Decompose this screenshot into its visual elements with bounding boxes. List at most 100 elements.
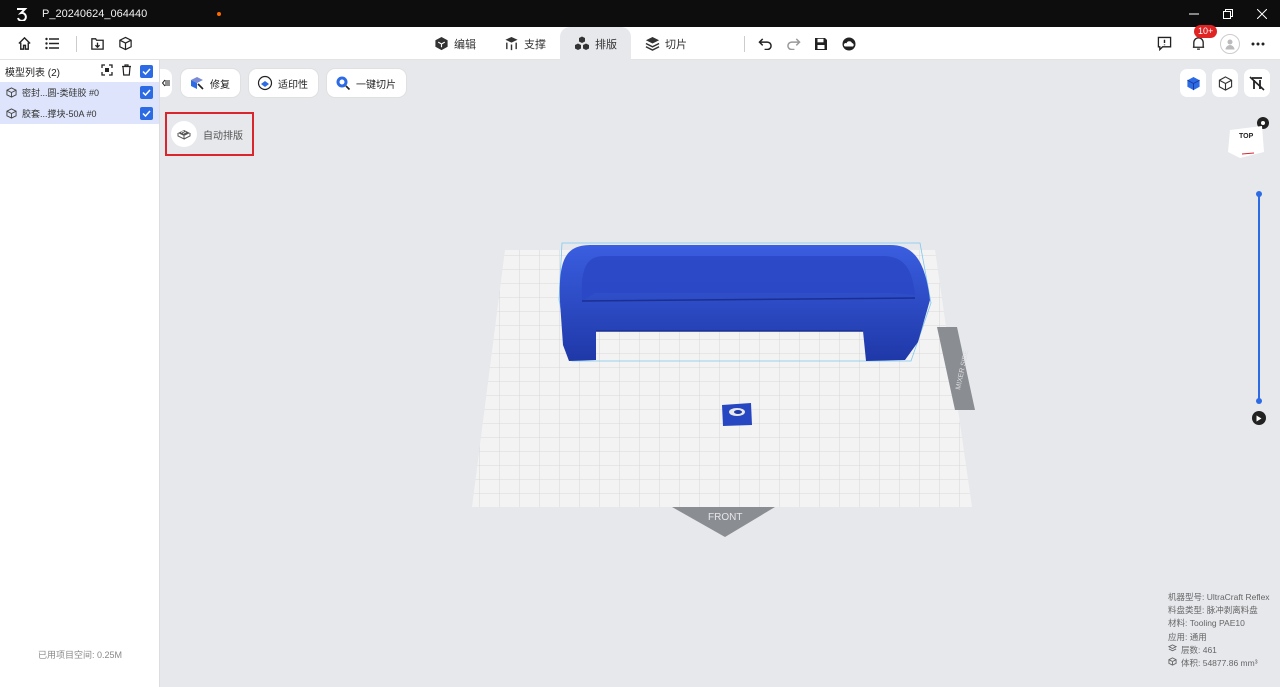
title-bar: P_20240624_064440 xyxy=(0,0,1280,27)
wireframe-cube-icon xyxy=(1218,75,1232,91)
project-storage-usage: 已用项目空间: 0.25M xyxy=(37,650,122,660)
tab-slice-label: 切片 xyxy=(665,38,687,51)
hide-supports-button[interactable] xyxy=(1244,69,1270,97)
feedback-icon xyxy=(1157,36,1171,51)
model-list-panel: 模型列表 (2) 密封...圆-类硅胶 #0 胶套...撑块-50A #0 已用… xyxy=(0,60,160,687)
viewport-tools: 修复 适印性 一键切片 xyxy=(160,69,406,97)
model-support-block[interactable] xyxy=(722,403,752,426)
auto-layout-icon xyxy=(171,121,197,147)
unsaved-indicator xyxy=(217,11,222,16)
model-name: 胶套...撑块-50A #0 xyxy=(22,109,97,119)
volume-info: 体积: 54877.86 mm³ xyxy=(1181,658,1258,669)
model-name: 密封...圆-类硅胶 #0 xyxy=(22,88,100,98)
auto-layout-button[interactable]: 自动排版 xyxy=(165,112,254,156)
home-icon xyxy=(17,36,31,50)
repair-button[interactable]: 修复 xyxy=(181,69,240,97)
tab-slice[interactable]: 切片 xyxy=(631,27,701,60)
check-icon xyxy=(142,68,151,75)
cloud-upload-button[interactable] xyxy=(837,32,861,56)
hide-supports-icon xyxy=(1249,75,1265,91)
import-button[interactable] xyxy=(85,32,109,56)
tray-type-info: 料盘类型: 脉冲剥离料盘 xyxy=(1168,605,1258,616)
main-toolbar: 编辑 支撑 排版 切片 10+ xyxy=(0,24,1280,60)
view-cube-top-label: TOP xyxy=(1239,133,1254,140)
one-click-slice-label: 一键切片 xyxy=(356,79,396,91)
toolbar-divider xyxy=(744,35,745,52)
check-icon xyxy=(142,110,151,117)
minimize-button[interactable] xyxy=(1178,0,1210,27)
layer-count-row: 层数: 461 xyxy=(1168,644,1270,657)
solid-cube-icon xyxy=(1186,76,1200,90)
view-cube[interactable]: TOP xyxy=(1226,116,1270,160)
tab-support[interactable]: 支撑 xyxy=(490,27,560,60)
model-visible-checkbox[interactable] xyxy=(140,86,153,99)
quick-slice-icon xyxy=(336,76,351,91)
tab-layout-label: 排版 xyxy=(595,38,617,51)
printability-button[interactable]: 适印性 xyxy=(249,69,318,97)
user-avatar[interactable] xyxy=(1220,33,1240,54)
tab-edit[interactable]: 编辑 xyxy=(420,27,490,60)
notification-count-badge: 10+ xyxy=(1194,24,1218,38)
redo-button[interactable] xyxy=(781,32,805,56)
undo-button[interactable] xyxy=(753,32,777,56)
print-info-panel: 机器型号: UltraCraft Reflex 料盘类型: 脉冲剥离料盘 材料:… xyxy=(1168,591,1270,670)
fit-view-icon[interactable] xyxy=(101,64,113,79)
feedback-button[interactable] xyxy=(1152,32,1176,56)
restore-button[interactable] xyxy=(1212,0,1244,27)
model-visible-checkbox[interactable] xyxy=(140,107,153,120)
user-icon xyxy=(1225,39,1235,49)
window-title: P_20240624_064440 xyxy=(42,7,148,20)
tab-layout[interactable]: 排版 xyxy=(560,27,631,60)
collapse-panel-button[interactable] xyxy=(160,69,172,97)
edit-cube-icon xyxy=(435,36,448,51)
model-library-button[interactable] xyxy=(113,32,137,56)
menu-list-button[interactable] xyxy=(40,32,64,56)
repair-label: 修复 xyxy=(210,79,230,91)
toolbar-divider xyxy=(76,35,77,52)
play-preview-button[interactable] xyxy=(1252,411,1266,425)
one-click-slice-button[interactable]: 一键切片 xyxy=(327,69,406,97)
repair-icon xyxy=(191,77,204,90)
layout-icon xyxy=(575,36,589,50)
view-mode-controls xyxy=(1180,69,1270,97)
front-marker-label: FRONT xyxy=(708,512,742,523)
redo-icon xyxy=(786,38,801,50)
3d-viewport[interactable]: MIXER SIDE FRONT 修复 适印性 一键切片 自动排版 TOP 机器… xyxy=(160,60,1280,687)
import-icon xyxy=(90,38,104,50)
check-icon xyxy=(142,89,151,96)
layer-slider-track[interactable] xyxy=(1258,194,1260,401)
model-list-title: 模型列表 (2) xyxy=(5,67,60,79)
printability-icon xyxy=(257,75,273,91)
material-info: 材料: Tooling PAE10 xyxy=(1168,618,1245,629)
workflow-tabs: 编辑 支撑 排版 切片 xyxy=(420,27,701,60)
layer-slider-top-handle[interactable] xyxy=(1256,191,1262,197)
model-list-item[interactable]: 密封...圆-类硅胶 #0 xyxy=(0,82,159,103)
support-icon xyxy=(505,36,518,51)
delete-icon[interactable] xyxy=(121,64,132,79)
model-list-item[interactable]: 胶套...撑块-50A #0 xyxy=(0,103,159,124)
volume-icon xyxy=(1168,657,1177,666)
tab-support-label: 支撑 xyxy=(524,38,546,51)
wireframe-view-button[interactable] xyxy=(1212,69,1238,97)
layer-slider-bottom-handle[interactable] xyxy=(1256,398,1262,404)
build-plate-scene: MIXER SIDE FRONT xyxy=(472,242,975,537)
more-options-button[interactable] xyxy=(1246,32,1270,56)
model-cube-icon xyxy=(6,108,17,119)
model-list-header: 模型列表 (2) xyxy=(0,60,159,82)
front-marker: FRONT xyxy=(672,507,775,537)
play-icon xyxy=(1256,415,1262,421)
list-icon xyxy=(44,37,59,50)
save-button[interactable] xyxy=(809,32,833,56)
auto-layout-label: 自动排版 xyxy=(203,130,243,142)
notifications-button[interactable]: 10+ xyxy=(1186,24,1218,56)
cube-icon xyxy=(118,36,132,51)
cloud-icon xyxy=(842,37,856,50)
solid-view-button[interactable] xyxy=(1180,69,1206,97)
close-window-button[interactable] xyxy=(1246,0,1278,27)
printability-label: 适印性 xyxy=(278,79,308,91)
home-button[interactable] xyxy=(12,32,36,56)
slice-icon xyxy=(645,36,660,51)
select-all-checkbox[interactable] xyxy=(140,65,153,78)
more-dots-icon xyxy=(1251,42,1265,45)
model-cube-icon xyxy=(6,87,17,98)
